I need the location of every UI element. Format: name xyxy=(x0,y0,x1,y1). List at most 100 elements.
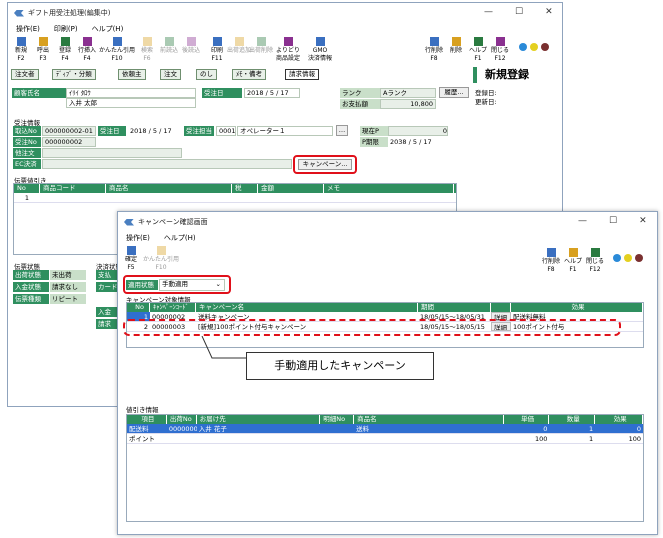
main-tool-12[interactable]: GMO 決済情報 xyxy=(304,35,336,63)
customer-kana[interactable]: ｲﾘｲ ﾀﾛｳ xyxy=(66,88,196,98)
main-right-tool-2[interactable]: ヘルプ F1 xyxy=(467,35,489,63)
tool-icon xyxy=(590,248,600,257)
tab-requester[interactable]: 依頼主 xyxy=(118,69,146,80)
discount-row-price: 100 xyxy=(534,435,548,443)
main-right-tool-0[interactable]: 行削除 F8 xyxy=(423,35,445,63)
dialog-tool-1[interactable]: かんたん引用 F10 xyxy=(142,244,180,272)
slip-row-no: 1 xyxy=(24,194,30,202)
main-tool-label: 前読込 xyxy=(159,47,178,54)
dialog-right-tool-label: ヘルプ xyxy=(563,258,582,265)
menu-help[interactable]: ヘルプ(H) xyxy=(92,24,124,34)
tab-order[interactable]: 注文 xyxy=(160,69,181,80)
main-tool-1[interactable]: 呼出 F3 xyxy=(32,35,54,63)
other-order-field xyxy=(42,148,182,158)
tool-icon xyxy=(546,248,556,257)
order-date2-label: 受注日 xyxy=(98,126,126,136)
dialog-menu-operation[interactable]: 操作(E) xyxy=(126,233,150,243)
payment-item-4: 請求 xyxy=(96,319,118,329)
slip-row[interactable]: 1 xyxy=(14,193,456,203)
order-no2-label: 受注No xyxy=(13,137,41,147)
tab-orderer[interactable]: 注文者 xyxy=(11,69,39,80)
slip-col-name: 商品名 xyxy=(106,184,232,193)
payment-item-1: 支払 xyxy=(96,270,118,280)
dialog-right-tool-2[interactable]: 閉じる F12 xyxy=(584,246,606,274)
main-tool-label: GMO xyxy=(312,47,328,54)
dialog-minimize-button[interactable]: — xyxy=(578,216,587,226)
main-right-tool-label: 削除 xyxy=(449,47,462,54)
dialog-right-tool-1[interactable]: ヘルプ F1 xyxy=(562,246,584,274)
discount-row[interactable]: 配送料 000000002 入井 花子 送料 0 1 0 xyxy=(127,424,643,434)
main-tool-6[interactable]: 前読込 xyxy=(158,35,180,55)
main-tool-label: 行挿入 xyxy=(77,47,96,54)
dialog-close-button[interactable]: ✕ xyxy=(639,216,647,226)
staff-code[interactable]: 0001 xyxy=(216,126,236,136)
current-p-field: 0 xyxy=(388,126,448,136)
upd-date-label: 更新日: xyxy=(475,98,497,106)
order-date-field[interactable]: 2018 / 5 / 17 xyxy=(244,88,300,98)
staff-label: 受注担当 xyxy=(184,126,214,136)
p-expire-label: P期限 xyxy=(360,137,388,147)
main-tool-10[interactable]: 出荷削除 xyxy=(249,35,273,55)
main-tool-0[interactable]: 新規 F2 xyxy=(10,35,32,63)
history-button[interactable]: 履歴... xyxy=(439,87,469,98)
dialog-title: キャンペーン確認画面 xyxy=(138,218,208,226)
main-tool-9[interactable]: 出荷追加 xyxy=(227,35,251,55)
main-tool-key: F4 xyxy=(61,55,69,62)
order-date-label: 受注日 xyxy=(202,88,242,98)
customer-name[interactable]: 入井 太郎 xyxy=(66,98,196,108)
maximize-button[interactable]: ☐ xyxy=(515,7,523,17)
discount-col-effect: 効果 xyxy=(595,415,643,424)
close-button[interactable]: ✕ xyxy=(545,7,553,17)
main-tool-3[interactable]: 行挿入 F4 xyxy=(76,35,98,63)
main-tool-label: 検索 xyxy=(140,47,153,54)
main-tool-2[interactable]: 登録 F4 xyxy=(54,35,76,63)
main-right-tool-1[interactable]: 削除 xyxy=(445,35,467,63)
window-controls: — ☐ ✕ xyxy=(484,7,553,17)
discount-row-detail xyxy=(320,424,354,433)
slip-type-value: リピート xyxy=(50,294,86,304)
slip-col-code: 商品コード xyxy=(40,184,106,193)
main-tool-11[interactable]: よりどり 商品設定 xyxy=(272,35,304,63)
dialog-menubar: 操作(E) ヘルプ(H) xyxy=(118,232,657,244)
main-tool-label: よりどり xyxy=(276,47,300,54)
dialog-right-tool-0[interactable]: 行削除 F8 xyxy=(540,246,562,274)
dialog-maximize-button[interactable]: ☐ xyxy=(609,216,617,226)
main-tool-label: 後読込 xyxy=(181,47,200,54)
main-tool-7[interactable]: 後読込 xyxy=(180,35,202,55)
dialog-titlebar: キャンペーン確認画面 — ☐ ✕ xyxy=(118,212,657,232)
discount-row-qty: 1 xyxy=(589,435,594,443)
minimize-button[interactable]: — xyxy=(484,7,493,17)
discount-col-detail: 明細No xyxy=(320,415,355,424)
main-tool-8[interactable]: 印刷 F11 xyxy=(206,35,228,63)
ship-status-value: 未出荷 xyxy=(50,270,86,280)
app-icon xyxy=(14,9,24,17)
discount-row[interactable]: ポイント 100 1 100 xyxy=(127,434,643,444)
main-right-tool-3[interactable]: 閉じる F12 xyxy=(489,35,511,63)
staff-lookup-button[interactable]: … xyxy=(336,125,348,136)
tab-noshi[interactable]: のし xyxy=(196,69,217,80)
tab-dive[interactable]: ﾃﾞｨﾌﾞ・分類 xyxy=(52,69,96,80)
tab-memo[interactable]: ﾒﾓ・備考 xyxy=(232,69,266,80)
menu-operation[interactable]: 操作(E) xyxy=(16,24,40,34)
order-no-field: 000000002-01 xyxy=(42,126,96,136)
tab-billing[interactable]: 請求情報 xyxy=(285,69,319,80)
menu-print[interactable]: 印刷(P) xyxy=(54,24,78,34)
campaign-col-no: No xyxy=(127,303,150,312)
paid-field: 10,800 xyxy=(380,99,436,109)
main-tool-4[interactable]: かんたん引用 F10 xyxy=(98,35,136,63)
main-right-tool-label: 閉じる xyxy=(490,47,509,54)
order-no-label: 取込No xyxy=(13,126,41,136)
main-right-tool-label: 行削除 xyxy=(424,47,443,54)
current-p-label: 現在P xyxy=(360,126,388,136)
discount-row-ship: 000000002 xyxy=(168,425,197,433)
yellow-light-icon xyxy=(530,43,538,51)
slip-col-amount: 金額 xyxy=(258,184,324,193)
main-tool-5[interactable]: 検索 F6 xyxy=(136,35,158,63)
dialog-toolbar-right: 行削除 F8 ヘルプ F1 閉じる F12 xyxy=(540,246,606,274)
dialog-tool-0[interactable]: 確定 F5 xyxy=(120,244,142,272)
dialog-right-tool-key: F1 xyxy=(569,266,577,273)
main-tool-key: F6 xyxy=(143,55,151,62)
discount-col-item: 項目 xyxy=(127,415,167,424)
dialog-menu-help[interactable]: ヘルプ(H) xyxy=(164,233,196,243)
customer-label: 顧客氏名 xyxy=(12,88,72,98)
